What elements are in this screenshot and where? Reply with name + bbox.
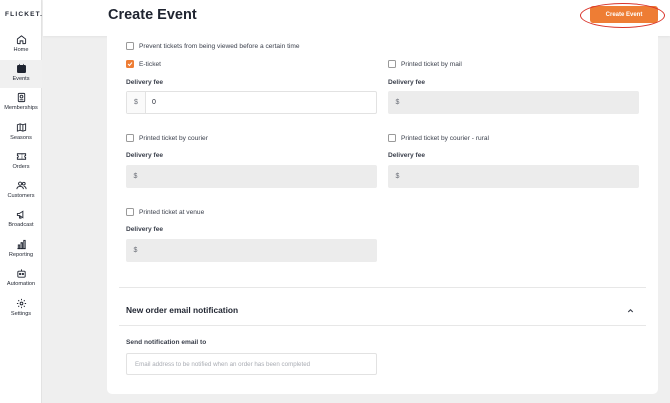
robot-icon bbox=[16, 269, 26, 278]
checkbox-label: E-ticket bbox=[139, 60, 161, 68]
membership-icon bbox=[17, 92, 25, 103]
printed-mail-fee-label: Delivery fee bbox=[388, 79, 426, 86]
sidebar-item-orders[interactable]: Orders bbox=[0, 148, 42, 176]
currency-symbol: $ bbox=[395, 173, 400, 180]
notification-section-title: New order email notification bbox=[126, 305, 239, 315]
calendar-icon bbox=[16, 63, 26, 73]
currency-symbol: $ bbox=[395, 99, 400, 106]
sidebar-item-seasons[interactable]: Seasons bbox=[0, 119, 42, 147]
sidebar-item-label: Settings bbox=[10, 311, 32, 317]
sidebar-item-label: Orders bbox=[12, 164, 30, 170]
sidebar-item-memberships[interactable]: Memberships bbox=[0, 89, 42, 117]
currency-symbol: $ bbox=[133, 247, 138, 254]
sidebar-item-reporting[interactable]: Reporting bbox=[0, 236, 42, 264]
sidebar-item-customers[interactable]: Customers bbox=[0, 177, 42, 205]
checkbox-box[interactable] bbox=[126, 134, 134, 142]
eticket-checkbox[interactable]: E-ticket bbox=[126, 60, 161, 68]
create-event-button[interactable]: Create Event bbox=[590, 6, 658, 23]
currency-symbol: $ bbox=[133, 173, 138, 180]
eticket-fee-input[interactable]: $ 0 bbox=[126, 91, 377, 114]
delivery-options-card: Prevent tickets from being viewed before… bbox=[107, 36, 658, 394]
sidebar-item-label: Customers bbox=[7, 193, 35, 199]
fee-value[interactable]: 0 bbox=[146, 99, 156, 106]
section-header-divider bbox=[119, 325, 646, 326]
checkbox-label: Printed ticket at venue bbox=[139, 208, 205, 216]
check-icon bbox=[127, 62, 133, 67]
printed-mail-fee-input: $ bbox=[388, 91, 639, 114]
sidebar-item-automation[interactable]: Automation bbox=[0, 265, 42, 293]
page-header: Create Event Create Event bbox=[43, 0, 670, 36]
checkbox-box[interactable] bbox=[388, 60, 396, 68]
printed-mail-checkbox[interactable]: Printed ticket by mail bbox=[388, 60, 462, 68]
sidebar-item-label: Seasons bbox=[10, 135, 32, 141]
checkbox-label: Printed ticket by courier bbox=[139, 134, 208, 142]
checkbox-box[interactable] bbox=[126, 208, 134, 216]
printed-courier-fee-input: $ bbox=[126, 165, 377, 188]
sidebar-item-broadcast[interactable]: Broadcast bbox=[0, 206, 42, 234]
sidebar-item-label: Broadcast bbox=[8, 222, 34, 228]
checkbox-box[interactable] bbox=[388, 134, 396, 142]
sidebar-item-home[interactable]: Home bbox=[0, 31, 42, 59]
flicket-logo: FLICKET. bbox=[5, 11, 44, 18]
prevent-view-checkbox[interactable]: Prevent tickets from being viewed before… bbox=[126, 42, 300, 50]
checkbox-box[interactable] bbox=[126, 42, 134, 50]
home-icon bbox=[16, 35, 26, 45]
megaphone-icon bbox=[16, 210, 23, 219]
sidebar-item-label: Memberships bbox=[4, 105, 38, 111]
sidebar-item-events[interactable]: Events bbox=[0, 60, 42, 88]
users-icon bbox=[15, 181, 27, 190]
printed-venue-fee-label: Delivery fee bbox=[126, 226, 164, 233]
sidebar-item-label: Home bbox=[13, 47, 29, 53]
bar-chart-icon bbox=[16, 239, 26, 250]
checkbox-box[interactable] bbox=[126, 60, 134, 68]
chevron-up-icon[interactable] bbox=[626, 306, 635, 315]
gear-icon bbox=[16, 298, 26, 309]
sidebar-item-label: Automation bbox=[6, 281, 36, 287]
sidebar-item-label: Events bbox=[12, 76, 30, 82]
sidebar: FLICKET. Home Events Memberships Seasons… bbox=[0, 0, 42, 403]
eticket-fee-label: Delivery fee bbox=[126, 79, 164, 86]
page-title: Create Event bbox=[108, 7, 197, 23]
checkbox-label: Printed ticket by mail bbox=[401, 60, 462, 68]
checkbox-label: Printed ticket by courier - rural bbox=[401, 134, 489, 142]
printed-courier-fee-label: Delivery fee bbox=[126, 152, 164, 159]
printed-courier-rural-fee-input: $ bbox=[388, 165, 639, 188]
currency-symbol: $ bbox=[127, 92, 146, 113]
email-label: Send notification email to bbox=[126, 339, 207, 346]
section-divider bbox=[119, 287, 646, 288]
ticket-icon bbox=[16, 153, 26, 160]
sidebar-item-label: Reporting bbox=[8, 252, 34, 258]
printed-venue-fee-input: $ bbox=[126, 239, 377, 262]
map-icon bbox=[16, 123, 26, 132]
notification-email-input[interactable] bbox=[126, 353, 377, 375]
printed-courier-rural-checkbox[interactable]: Printed ticket by courier - rural bbox=[388, 134, 489, 142]
printed-courier-rural-fee-label: Delivery fee bbox=[388, 152, 426, 159]
checkbox-label: Prevent tickets from being viewed before… bbox=[139, 42, 300, 50]
printed-venue-checkbox[interactable]: Printed ticket at venue bbox=[126, 208, 204, 216]
sidebar-item-settings[interactable]: Settings bbox=[0, 295, 42, 323]
printed-courier-checkbox[interactable]: Printed ticket by courier bbox=[126, 134, 208, 142]
